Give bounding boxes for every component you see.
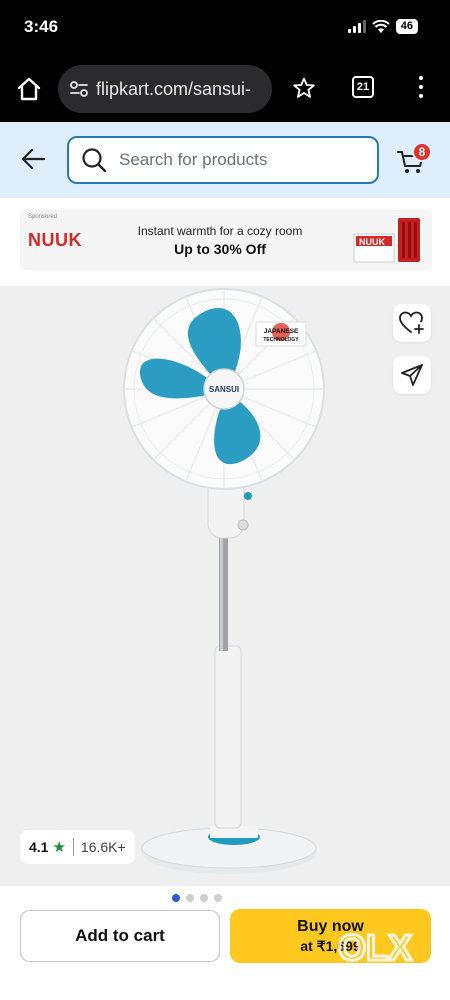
bookmark-star-icon[interactable] xyxy=(292,76,316,100)
heart-plus-icon xyxy=(399,311,424,334)
cart-count-badge: 8 xyxy=(412,142,432,162)
back-arrow-icon[interactable] xyxy=(20,146,46,172)
ad-banner[interactable]: Sponsored NUUK Instant warmth for a cozy… xyxy=(0,198,450,286)
search-icon xyxy=(82,148,107,173)
carousel-dot[interactable] xyxy=(186,894,194,902)
wifi-icon xyxy=(372,19,390,33)
rating-chip[interactable]: 4.1 ★ 16.6K+ xyxy=(20,830,135,864)
share-button[interactable] xyxy=(393,356,431,394)
rating-divider xyxy=(72,838,74,856)
status-icons: 46 xyxy=(347,19,418,34)
app-header xyxy=(0,122,450,198)
ad-card[interactable]: Sponsored NUUK Instant warmth for a cozy… xyxy=(20,210,432,270)
battery-icon: 46 xyxy=(395,19,418,34)
ad-sponsored-label: Sponsored xyxy=(28,214,58,220)
share-icon xyxy=(401,364,423,386)
carousel-dot[interactable] xyxy=(200,894,208,902)
carousel-dot[interactable] xyxy=(214,894,222,902)
badge-line2: TECHNOLOGY xyxy=(263,337,299,343)
add-to-cart-button[interactable]: Add to cart xyxy=(20,910,220,962)
rating-count: 16.6K+ xyxy=(80,839,126,855)
site-settings-icon[interactable] xyxy=(68,78,90,100)
status-time: 3:46 xyxy=(24,17,59,36)
tabs-icon[interactable]: 21 xyxy=(352,76,374,98)
svg-text:OLX: OLX xyxy=(338,927,412,968)
url-bar[interactable]: flipkart.com/sansui- xyxy=(58,65,272,113)
more-options-icon[interactable] xyxy=(412,74,430,100)
status-bar: 3:46 46 xyxy=(0,0,450,56)
svg-text:NUUK: NUUK xyxy=(359,237,385,247)
rating-value: 4.1 xyxy=(29,839,49,855)
search-box[interactable] xyxy=(67,136,379,184)
rating-star-icon: ★ xyxy=(52,839,66,856)
search-input[interactable] xyxy=(119,150,359,170)
image-carousel-dots[interactable] xyxy=(172,894,222,902)
carousel-dot[interactable] xyxy=(172,894,180,902)
ad-brand-logo: NUUK xyxy=(28,230,82,250)
home-icon[interactable] xyxy=(16,76,42,102)
cellular-signal-icon xyxy=(347,20,366,33)
badge-line1: JAPANESE xyxy=(264,328,299,335)
product-image-gallery[interactable]: SANSUI JAPANESE TECHNOLOGY 4.1 ★ 16.6K+ xyxy=(0,286,450,886)
browser-toolbar: flipkart.com/sansui- 21 xyxy=(0,56,450,122)
wishlist-button[interactable] xyxy=(393,304,431,342)
ad-offer: Up to 30% Off xyxy=(174,241,266,257)
ad-heater-image: NUUK xyxy=(353,218,420,263)
product-image-pedestal-fan[interactable]: SANSUI JAPANESE TECHNOLOGY xyxy=(100,286,330,876)
url-text: flipkart.com/sansui- xyxy=(96,78,252,99)
ad-headline: Instant warmth for a cozy room xyxy=(137,224,303,238)
fan-brand-text: SANSUI xyxy=(209,385,239,394)
olx-watermark-logo: OLX xyxy=(337,926,414,970)
